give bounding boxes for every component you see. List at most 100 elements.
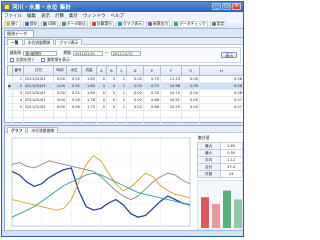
table-cell: 0.75: [143, 75, 161, 83]
table-cell: [116, 110, 127, 118]
table-cell: [12, 117, 24, 125]
document-tab[interactable]: 観測データ: [4, 30, 34, 37]
tab-rating[interactable]: 水位流量関係: [23, 39, 55, 45]
table-cell: [126, 117, 144, 125]
table-cell: 0.08: [199, 82, 243, 90]
column-header[interactable]: H: [199, 65, 243, 76]
table-cell: 0.52: [66, 75, 82, 83]
table-cell: 0.66: [143, 103, 161, 111]
table-cell: 0: [106, 103, 117, 111]
table-row[interactable]: 3 2011/01/01 2:00 0.51 1.80 0 0 1 0.02 0.70 10.74 0…: [7, 89, 243, 97]
column-header[interactable]: B: [106, 65, 117, 76]
table-row[interactable]: 5 2011/01/01 4:00 0.50 1.75 0 0 1 0.02 0.66 10.29 0…: [7, 103, 243, 111]
table-cell: 0: [106, 75, 117, 83]
exclude-missing-label: 欠測を除く: [16, 57, 35, 62]
report-icon: [147, 22, 152, 26]
show-abnormal-label: 異常値を表示: [46, 57, 70, 62]
close-button[interactable]: ×: [232, 3, 241, 10]
toolbar-button-0[interactable]: 開く: [4, 20, 21, 28]
table-cell: [81, 110, 97, 118]
menu-window[interactable]: ウィンドウ: [83, 13, 106, 19]
toolbar-button-5[interactable]: グラフ表示: [115, 20, 144, 28]
exclude-missing-checkbox[interactable]: [10, 58, 14, 62]
toolbar-button-6[interactable]: 帳票出力: [145, 20, 171, 28]
minimize-button[interactable]: _: [212, 3, 221, 10]
table-cell: [96, 110, 107, 118]
table-row[interactable]: [7, 117, 243, 125]
summary-value: 0.50: [219, 149, 243, 157]
table-cell: [199, 117, 243, 125]
date-from-input[interactable]: 2011/01/01: [72, 50, 103, 56]
menu-help[interactable]: ヘルプ: [111, 13, 125, 19]
toolbar-button-2[interactable]: 印刷: [41, 20, 58, 28]
menu-summary[interactable]: 集計: [69, 13, 78, 19]
menu-edit[interactable]: 編集: [27, 13, 36, 19]
tab-chart[interactable]: グラフ: [7, 127, 27, 133]
station-select[interactable]: 第1観測所: [23, 50, 58, 56]
table-cell: 0.00: [181, 75, 200, 83]
toolbar-button-label: 印刷: [48, 21, 56, 26]
column-header[interactable]: 番号: [12, 65, 24, 76]
summary-table: 最大 1.85 最小 0.50 平均 1.12 合計 27.4 件数 24: [197, 142, 243, 178]
table-cell: [106, 110, 117, 118]
table-row[interactable]: ▶ 2 2011/01/01 1:00 0.51 1.82 0 0 1 0.02 0.71 10.96…: [7, 82, 243, 90]
table-cell: 0.71: [143, 82, 161, 90]
column-header[interactable]: 時刻: [53, 65, 67, 76]
show-abnormal-checkbox[interactable]: [40, 58, 45, 62]
table-cell: 0.00: [181, 82, 200, 90]
table-cell: 0.07: [199, 96, 243, 104]
menu-calc[interactable]: 計算: [55, 13, 64, 19]
maximize-button[interactable]: □: [222, 3, 231, 10]
menu-view[interactable]: 表示: [41, 13, 50, 19]
column-header[interactable]: E: [143, 65, 161, 76]
summary-row: 最小 0.50: [197, 149, 243, 157]
table-cell: [160, 117, 182, 125]
summary-value: 24: [219, 170, 243, 178]
column-header[interactable]: G: [181, 65, 200, 76]
table-cell: [53, 110, 67, 118]
tab-graph[interactable]: グラフ表示: [55, 39, 83, 45]
table-cell: 0: [96, 89, 107, 97]
tab-rating-curve[interactable]: 水位流量曲線: [27, 127, 59, 133]
summary-bar: [201, 197, 209, 228]
table-cell: 0.70: [143, 89, 161, 97]
print-icon: [43, 22, 48, 26]
column-header[interactable]: 水位: [66, 65, 82, 76]
menu-file[interactable]: ファイル: [4, 13, 22, 19]
column-header[interactable]: A: [96, 65, 107, 76]
toolbar-button-3[interactable]: データ取込: [59, 20, 88, 28]
table-cell: 0.50: [66, 96, 82, 104]
table-cell: 3:00: [53, 96, 67, 104]
column-header[interactable]: C: [116, 65, 127, 76]
table-cell: 1: [12, 75, 24, 83]
toolbar-button-4[interactable]: 計算実行: [89, 20, 114, 28]
table-cell: [126, 110, 144, 118]
toolbar-button-8[interactable]: 設定: [209, 20, 227, 28]
table-cell: 1.85: [81, 75, 97, 83]
tab-list[interactable]: 一覧: [7, 39, 23, 45]
summary-row: 件数 24: [197, 170, 243, 178]
column-header[interactable]: 日付: [23, 65, 54, 76]
table-cell: 0.08: [199, 75, 243, 83]
summary-bar: [234, 199, 242, 228]
column-header[interactable]: 流量: [81, 65, 97, 76]
date-label: 期間: [63, 50, 71, 55]
column-header[interactable]: F: [160, 65, 182, 76]
table-row[interactable]: [7, 110, 243, 118]
toolbar-button-1[interactable]: 保存: [22, 20, 40, 28]
table-cell: 10.51: [160, 96, 182, 104]
table-cell: 0.02: [126, 96, 144, 104]
check-icon: [174, 22, 179, 26]
table-row[interactable]: 4 2011/01/01 3:00 0.50 1.78 0 0 1 0.02 0.68 10.51 0…: [7, 96, 243, 104]
table-cell: 0: [106, 82, 117, 90]
table-cell: 1.75: [81, 103, 97, 111]
toolbar-button-label: グラフ表示: [122, 21, 142, 26]
toolbar-button-7[interactable]: データチェック: [172, 20, 208, 28]
table-cell: 2011/01/01: [23, 75, 54, 83]
table-cell: [53, 117, 67, 125]
column-header[interactable]: D: [126, 65, 144, 76]
show-button[interactable]: 表示: [221, 52, 237, 58]
table-row[interactable]: 1 2011/01/01 0:00 0.52 1.85 0 0 1 0.02 0.75 11.23 0…: [7, 75, 243, 83]
date-to-input[interactable]: 2011/12/31: [110, 50, 141, 56]
app-window: 河川・水量・水位 集計 _ □ × ファイル 編集 表示 計算 集計 ウィンドウ…: [1, 1, 244, 237]
